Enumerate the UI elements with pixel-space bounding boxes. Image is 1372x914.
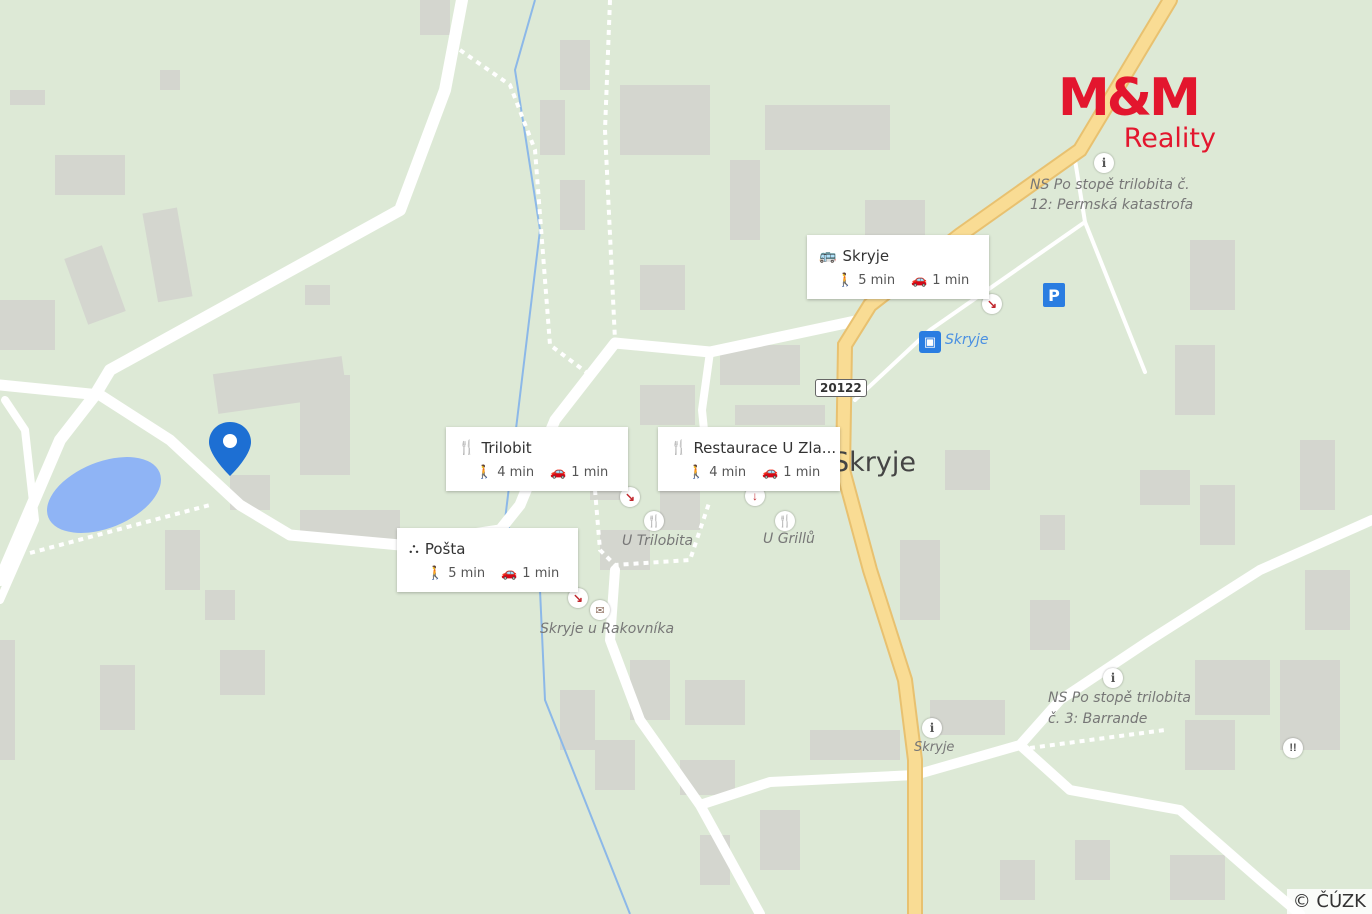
post-icon[interactable]: ✉ bbox=[590, 600, 610, 620]
place-label-u-trilobita: U Trilobita bbox=[622, 533, 694, 549]
post-office-icon: ⛬ bbox=[409, 541, 419, 557]
town-label: Skryje bbox=[832, 447, 916, 478]
poi-card-posta[interactable]: ⛬ Pošta 🚶 5 min 🚗 1 min bbox=[397, 528, 578, 592]
drive-time: 1 min bbox=[571, 465, 609, 480]
location-pin-icon[interactable] bbox=[207, 420, 253, 478]
poi-card-restaurace[interactable]: 🍴 Restaurace U Zla... 🚶 4 min 🚗 1 min bbox=[658, 427, 840, 491]
poi-card-skryje[interactable]: 🚌 Skryje 🚶 5 min 🚗 1 min bbox=[807, 235, 989, 299]
walk-time: 5 min bbox=[448, 566, 486, 581]
drive-time: 1 min bbox=[783, 465, 821, 480]
car-icon: 🚗 bbox=[762, 465, 779, 480]
info-icon[interactable]: i bbox=[1094, 153, 1114, 173]
walk-time: 4 min bbox=[497, 465, 535, 480]
road-number-shield: 20122 bbox=[815, 379, 867, 397]
bus-stop-icon[interactable]: ▣ bbox=[919, 331, 941, 353]
info-icon[interactable]: i bbox=[922, 718, 942, 738]
parking-icon[interactable]: P bbox=[1043, 283, 1065, 307]
drive-time: 1 min bbox=[932, 273, 970, 288]
poi-card-title: Pošta bbox=[424, 540, 466, 558]
logo-reality: Reality bbox=[1123, 123, 1216, 154]
restaurant-icon: 🍴 bbox=[670, 440, 688, 456]
restaurant-icon: 🍴 bbox=[458, 440, 476, 456]
info-icon[interactable]: i bbox=[1103, 668, 1123, 688]
walk-icon: 🚶 bbox=[476, 465, 493, 480]
copyright-notice[interactable]: © ČÚZK bbox=[1286, 889, 1372, 914]
poi-card-title: Restaurace U Zla... bbox=[693, 439, 837, 457]
poi-card-trilobit[interactable]: 🍴 Trilobit 🚶 4 min 🚗 1 min bbox=[446, 427, 628, 491]
place-label-skryje-info: Skryje bbox=[914, 740, 955, 755]
drive-time: 1 min bbox=[522, 566, 560, 581]
logo-mm: M&M bbox=[1058, 68, 1201, 128]
restaurant-icon[interactable]: 🍴 bbox=[644, 511, 664, 531]
walk-icon: 🚶 bbox=[427, 566, 444, 581]
place-label-skryje-u-rakovnika: Skryje u Rakovníka bbox=[540, 621, 675, 637]
place-label-u-grillu: U Grillů bbox=[763, 531, 815, 547]
warning-icon[interactable]: !! bbox=[1283, 738, 1303, 758]
place-label-trilobita-3: NS Po stopě trilobita č. 3: Barrande bbox=[1048, 690, 1192, 727]
place-label-skryje-bus: Skryje bbox=[945, 332, 989, 348]
place-label-trilobita-12: NS Po stopě trilobita č. 12: Permská kat… bbox=[1030, 177, 1194, 213]
restaurant-icon[interactable]: 🍴 bbox=[775, 511, 795, 531]
car-icon: 🚗 bbox=[911, 273, 928, 288]
walk-icon: 🚶 bbox=[837, 273, 854, 288]
walk-icon: 🚶 bbox=[688, 465, 705, 480]
bus-icon: 🚌 bbox=[819, 248, 837, 264]
poi-card-title: Skryje bbox=[842, 247, 890, 265]
brand-logo: M&M Reality bbox=[1058, 72, 1218, 154]
walk-time: 5 min bbox=[858, 273, 896, 288]
car-icon: 🚗 bbox=[501, 566, 518, 581]
poi-card-title: Trilobit bbox=[481, 439, 532, 457]
walk-time: 4 min bbox=[709, 465, 747, 480]
car-icon: 🚗 bbox=[550, 465, 567, 480]
